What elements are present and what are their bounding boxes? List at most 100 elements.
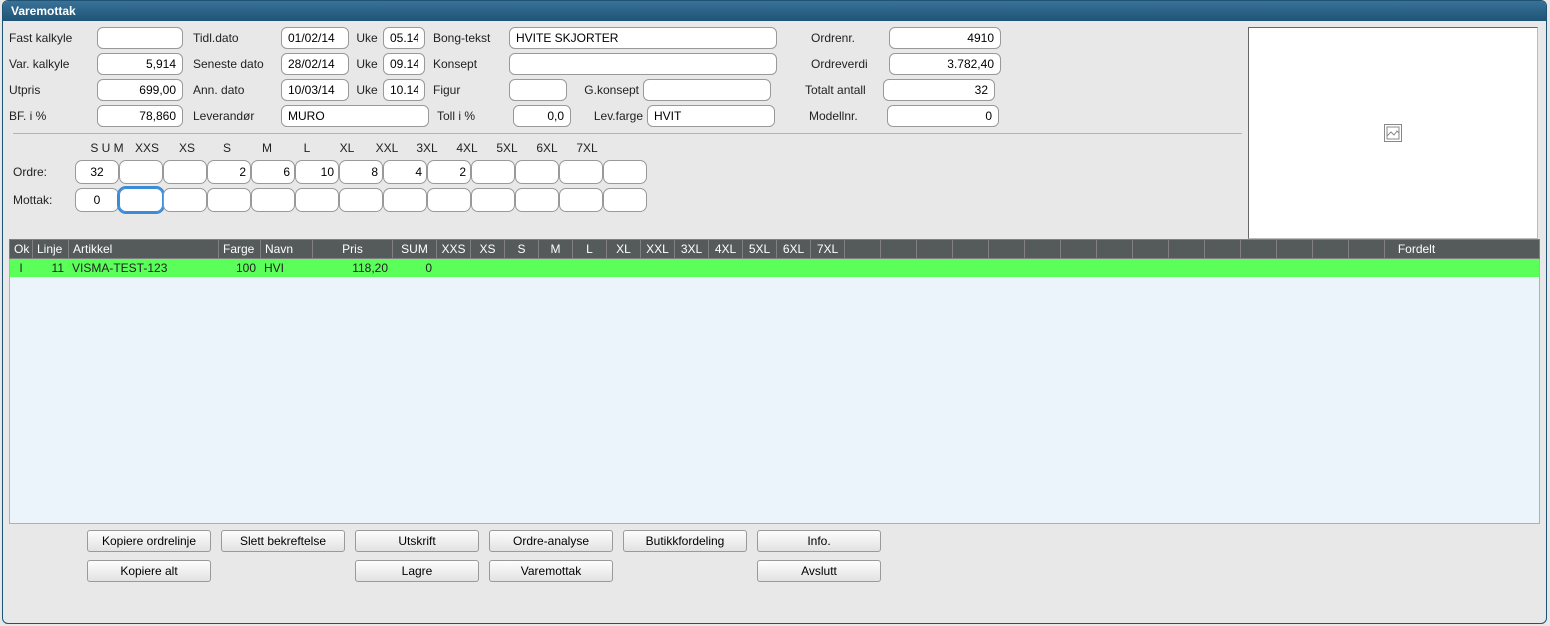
- mottak-size-input[interactable]: [339, 188, 383, 212]
- ordre-size-input[interactable]: [163, 160, 207, 184]
- input-leverandor[interactable]: [281, 105, 429, 127]
- grid-col-header[interactable]: 7XL: [810, 240, 844, 258]
- input-var-kalkyle[interactable]: [97, 53, 183, 75]
- butikkfordeling-button[interactable]: Butikkfordeling: [623, 530, 747, 552]
- size-header: M: [247, 141, 287, 155]
- grid-col-header[interactable]: 3XL: [674, 240, 708, 258]
- ordre-size-input[interactable]: [427, 160, 471, 184]
- mottak-size-input[interactable]: [471, 188, 515, 212]
- ordre-size-input[interactable]: [295, 160, 339, 184]
- input-ordreverdi[interactable]: [889, 53, 1001, 75]
- mottak-size-input[interactable]: [163, 188, 207, 212]
- ordre-size-input[interactable]: [515, 160, 559, 184]
- mottak-size-input[interactable]: [251, 188, 295, 212]
- mottak-size-input[interactable]: [559, 188, 603, 212]
- grid-col-header[interactable]: Navn: [260, 240, 312, 258]
- input-ann-dato[interactable]: [281, 79, 349, 101]
- grid-col-spacer: [1168, 240, 1204, 258]
- grid-col-spacer: [1204, 240, 1240, 258]
- input-total-antall[interactable]: [883, 79, 995, 101]
- kopiere-ordrelinje-button[interactable]: Kopiere ordrelinje: [87, 530, 211, 552]
- mottak-size-input[interactable]: [295, 188, 339, 212]
- ordre-size-input[interactable]: [251, 160, 295, 184]
- input-tidl-uke[interactable]: [383, 27, 425, 49]
- input-modellnr[interactable]: [887, 105, 999, 127]
- grid-cell: 11: [32, 261, 68, 275]
- slett-bekreftelse-button[interactable]: Slett bekreftelse: [221, 530, 345, 552]
- grid-col-header[interactable]: 4XL: [708, 240, 742, 258]
- grid-col-spacer: [880, 240, 916, 258]
- grid-row[interactable]: I11VISMA-TEST-123100HVI118,200: [10, 259, 1539, 277]
- label-utpris: Utpris: [7, 83, 97, 97]
- grid-cell: VISMA-TEST-123: [68, 261, 218, 275]
- label-modellnr: Modellnr.: [807, 109, 887, 123]
- input-lev-farge[interactable]: [647, 105, 775, 127]
- grid-header: OkLinjeArtikkelFargeNavnPrisSUMXXSXSSMLX…: [9, 239, 1540, 259]
- input-konsept[interactable]: [509, 53, 777, 75]
- ordre-size-input[interactable]: [119, 160, 163, 184]
- input-ordrenr[interactable]: [889, 27, 1001, 49]
- grid-cell: HVI: [260, 261, 312, 275]
- ordre-size-input[interactable]: [339, 160, 383, 184]
- varemottak-button[interactable]: Varemottak: [489, 560, 613, 582]
- input-ann-uke[interactable]: [383, 79, 425, 101]
- grid-col-header[interactable]: L: [572, 240, 606, 258]
- input-tidl-dato[interactable]: [281, 27, 349, 49]
- grid-col-header[interactable]: SUM: [392, 240, 436, 258]
- kopiere-alt-button[interactable]: Kopiere alt: [87, 560, 211, 582]
- form-area: Fast kalkyle Tidl.dato Uke Bong-tekst Or…: [3, 21, 1546, 239]
- grid-col-header[interactable]: Linje: [32, 240, 68, 258]
- input-bong-tekst[interactable]: [509, 27, 777, 49]
- label-ordreverdi: Ordreverdi: [809, 57, 889, 71]
- grid-cell: I: [10, 261, 32, 275]
- input-seneste-dato[interactable]: [281, 53, 349, 75]
- grid-col-spacer: [988, 240, 1024, 258]
- input-utpris[interactable]: [97, 79, 183, 101]
- grid-col-header[interactable]: M: [538, 240, 572, 258]
- grid-col-fordelt[interactable]: Fordelt: [1384, 240, 1448, 258]
- input-g-konsept[interactable]: [643, 79, 771, 101]
- ordre-size-input[interactable]: [559, 160, 603, 184]
- mottak-size-input[interactable]: [515, 188, 559, 212]
- grid-col-spacer: [1060, 240, 1096, 258]
- input-bf-pct[interactable]: [97, 105, 183, 127]
- ordre-size-input[interactable]: [383, 160, 427, 184]
- grid-col-header[interactable]: XL: [606, 240, 640, 258]
- grid-col-header[interactable]: Pris: [312, 240, 392, 258]
- grid-col-header[interactable]: Ok: [10, 240, 32, 258]
- grid-col-header[interactable]: 6XL: [776, 240, 810, 258]
- input-toll-pct[interactable]: [513, 105, 571, 127]
- label-uke-1: Uke: [349, 31, 383, 45]
- grid-col-header[interactable]: XXL: [640, 240, 674, 258]
- mottak-size-input[interactable]: [383, 188, 427, 212]
- ordre-analyse-button[interactable]: Ordre-analyse: [489, 530, 613, 552]
- size-header: S U M: [87, 141, 127, 155]
- grid-col-header[interactable]: XXS: [436, 240, 470, 258]
- input-figur[interactable]: [509, 79, 567, 101]
- info-button[interactable]: Info.: [757, 530, 881, 552]
- lagre-button[interactable]: Lagre: [355, 560, 479, 582]
- mottak-size-input[interactable]: [427, 188, 471, 212]
- mottak-size-input[interactable]: [119, 188, 163, 212]
- utskrift-button[interactable]: Utskrift: [355, 530, 479, 552]
- grid-col-header[interactable]: Artikkel: [68, 240, 218, 258]
- mottak-size-input[interactable]: [207, 188, 251, 212]
- grid-col-spacer: [1348, 240, 1384, 258]
- input-seneste-uke[interactable]: [383, 53, 425, 75]
- grid-col-header[interactable]: XS: [470, 240, 504, 258]
- window-varemottak: Varemottak Fast kalkyle Tidl.dato Uke Bo…: [2, 0, 1547, 624]
- input-fast-kalkyle[interactable]: [97, 27, 183, 49]
- grid-col-header[interactable]: 5XL: [742, 240, 776, 258]
- grid-body[interactable]: I11VISMA-TEST-123100HVI118,200: [9, 259, 1540, 524]
- ordre-size-input[interactable]: [603, 160, 647, 184]
- mottak-size-input[interactable]: [603, 188, 647, 212]
- size-header: XXL: [367, 141, 407, 155]
- grid-col-header[interactable]: S: [504, 240, 538, 258]
- grid-col-header[interactable]: Farge: [218, 240, 260, 258]
- mottak-size-input[interactable]: [75, 188, 119, 212]
- avslutt-button[interactable]: Avslutt: [757, 560, 881, 582]
- ordre-size-input[interactable]: [471, 160, 515, 184]
- ordre-size-input[interactable]: [207, 160, 251, 184]
- label-uke-2: Uke: [349, 57, 383, 71]
- ordre-size-input[interactable]: [75, 160, 119, 184]
